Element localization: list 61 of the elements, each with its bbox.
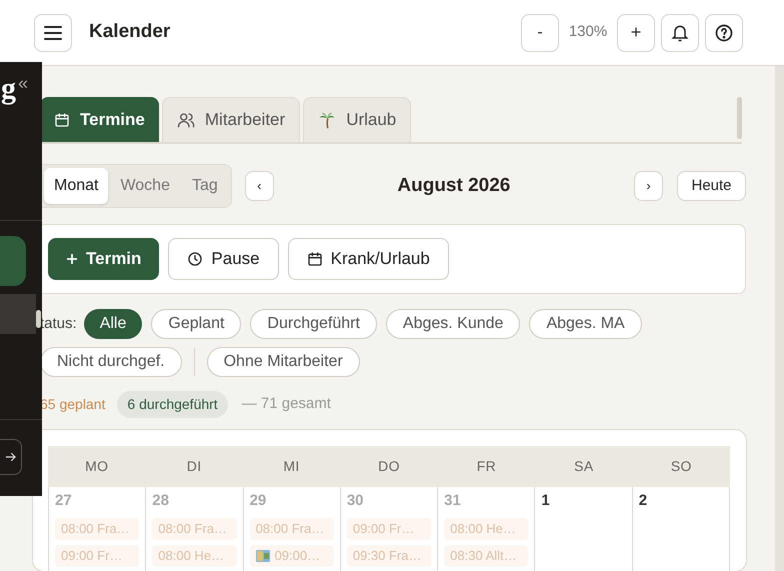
weekday-label: FR xyxy=(476,457,498,476)
logout-icon xyxy=(4,450,18,464)
status-filter[interactable]: Geplant xyxy=(151,309,242,339)
day-cell[interactable]: 1 xyxy=(535,487,633,571)
map-icon xyxy=(256,550,270,562)
action-button[interactable]: Krank/Urlaub xyxy=(288,238,449,280)
total-count: — 71 gesamt xyxy=(242,394,331,414)
tab[interactable]: Urlaub xyxy=(303,97,412,142)
day-number: 28 xyxy=(152,491,170,511)
status-filter[interactable]: Abges. Kunde xyxy=(386,309,520,339)
staff-filter[interactable]: Ohne Mitarbeiter xyxy=(206,347,360,377)
menu-button[interactable] xyxy=(34,14,72,52)
weekday-label: MO xyxy=(84,457,110,476)
day-number: 30 xyxy=(346,491,365,511)
menu-icon xyxy=(43,24,63,40)
status-filter[interactable]: Durchgeführt xyxy=(250,309,377,339)
resize-handle[interactable] xyxy=(36,310,41,328)
help-button[interactable] xyxy=(705,14,743,52)
logout-button[interactable] xyxy=(0,439,22,475)
day-cell[interactable]: 2 xyxy=(632,487,730,571)
tab[interactable]: Termine xyxy=(40,97,159,142)
next-month-button[interactable]: › xyxy=(634,171,663,201)
view-option[interactable]: Woche xyxy=(110,168,180,204)
view-option[interactable]: Tag xyxy=(182,168,228,204)
status-filter[interactable]: Nicht durchgef. xyxy=(40,347,182,377)
zoom-in-button[interactable]: + xyxy=(617,14,655,52)
page-title: Kalender xyxy=(89,20,170,44)
day-number: 29 xyxy=(250,491,268,511)
plus-icon xyxy=(66,253,78,265)
tab[interactable]: Mitarbeiter xyxy=(162,97,300,142)
day-number: 1 xyxy=(541,491,551,511)
help-icon xyxy=(714,22,734,42)
status-filter[interactable]: Alle xyxy=(84,309,142,339)
action-button[interactable]: Pause xyxy=(168,238,279,280)
tabs-scrollbar[interactable] xyxy=(737,97,742,139)
calendar-icon xyxy=(306,251,323,267)
palm-tree-icon xyxy=(318,111,336,129)
action-button[interactable]: Termin xyxy=(48,238,160,280)
clock-icon xyxy=(187,251,204,267)
month-title: August 2026 xyxy=(396,174,512,198)
status-filter[interactable]: Abges. MA xyxy=(529,309,642,339)
done-count: 6 durchgeführt xyxy=(117,391,228,418)
weekday-label: DO xyxy=(377,457,401,476)
previous-month-button[interactable]: ‹ xyxy=(244,171,274,201)
today-button[interactable]: Heute xyxy=(677,171,746,201)
bell-icon xyxy=(670,22,690,42)
weekday-label: SA xyxy=(573,457,595,476)
notifications-button[interactable] xyxy=(661,14,699,52)
logo: g xyxy=(1,74,16,104)
weekday-label: MI xyxy=(282,457,301,476)
calendar-icon xyxy=(54,112,70,128)
zoom-out-button[interactable]: - xyxy=(521,14,559,52)
view-option[interactable]: Monat xyxy=(44,168,108,204)
zoom-level: 130% xyxy=(568,22,608,42)
day-number: 31 xyxy=(444,491,462,511)
day-number: 27 xyxy=(55,491,73,511)
people-icon xyxy=(176,111,195,129)
weekday-label: SO xyxy=(670,457,693,476)
collapse-button[interactable]: « xyxy=(18,74,28,92)
weekday-label: DI xyxy=(186,457,202,476)
day-number: 2 xyxy=(638,491,648,511)
